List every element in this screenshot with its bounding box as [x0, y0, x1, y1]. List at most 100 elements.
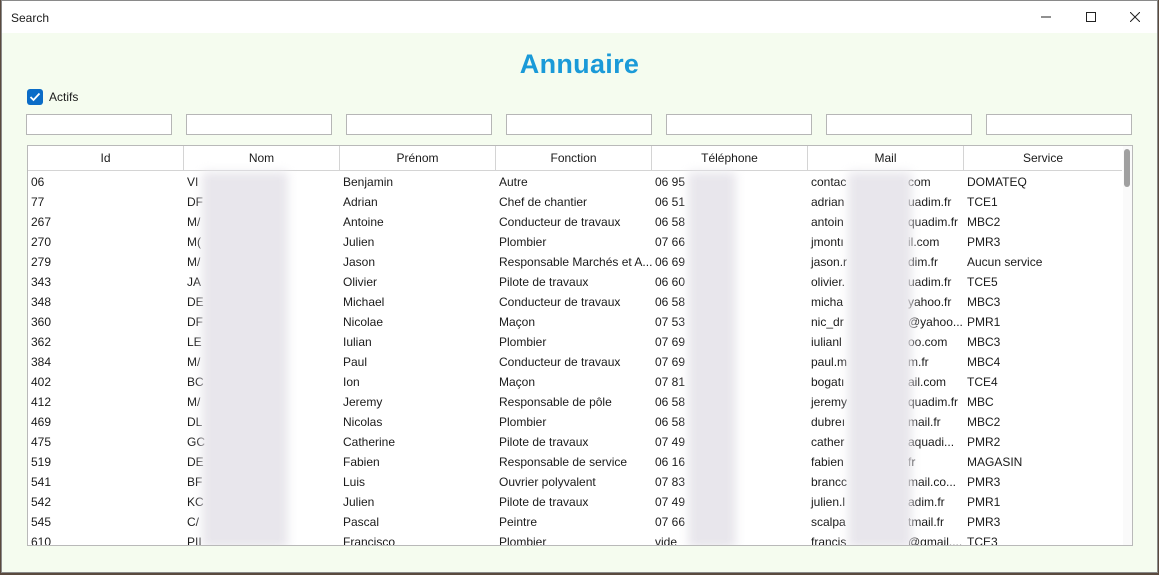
- cell-service: PMR3: [967, 235, 1001, 249]
- table-row[interactable]: 545 C/Pascal Peintre 07 66 scalpa PMR3 tmail.f…: [28, 512, 1122, 532]
- search-window: Search Annuaire Actifs Id Nom Prénom Fon…: [1, 0, 1158, 573]
- cell-mail-tail: com: [908, 175, 931, 189]
- cell-id: 542: [31, 495, 52, 509]
- cell-id: 279: [31, 255, 52, 269]
- cell-fonction: Plombier: [499, 415, 547, 429]
- maximize-button[interactable]: [1068, 1, 1114, 33]
- actifs-checkbox[interactable]: [27, 89, 43, 105]
- cell-id: 360: [31, 315, 52, 329]
- actifs-checkbox-row[interactable]: Actifs: [27, 89, 78, 105]
- cell-service: TCE4: [967, 375, 998, 389]
- cell-service: TCE5: [967, 275, 998, 289]
- cell-fonction: Ouvrier polyvalent: [499, 475, 596, 489]
- cell-fonction: Plombier: [499, 235, 547, 249]
- filter-telephone-input[interactable]: [666, 114, 812, 135]
- table-row[interactable]: 279 M/Jason Responsable Marchés et A... 06 …: [28, 252, 1122, 272]
- cell-fonction: Responsable Marchés et A...: [499, 255, 652, 269]
- filter-mail-input[interactable]: [826, 114, 972, 135]
- table-row[interactable]: 542 KC Julien Pilote de travaux 07 49 julien.…: [28, 492, 1122, 512]
- table-row[interactable]: 77 DF Adrian Chef de chantier 06 51 adrian TCE…: [28, 192, 1122, 212]
- cell-id: 402: [31, 375, 52, 389]
- filter-nom-input[interactable]: [186, 114, 332, 135]
- cell-prenom: Francisco: [343, 535, 396, 546]
- scrollbar-thumb[interactable]: [1124, 149, 1130, 187]
- close-button[interactable]: [1112, 1, 1158, 33]
- cell-fonction: Conducteur de travaux: [499, 295, 621, 309]
- table-row[interactable]: 541 BF Luis Ouvrier polyvalent 07 83 brancc PM…: [28, 472, 1122, 492]
- cell-id: 348: [31, 295, 52, 309]
- cell-prenom: Olivier: [343, 275, 378, 289]
- cell-prenom: Julien: [343, 235, 375, 249]
- window-title: Search: [11, 11, 50, 25]
- cell-prenom: Iulian: [343, 335, 372, 349]
- cell-service: DOMATEQ: [967, 175, 1027, 189]
- column-header-id[interactable]: Id: [28, 146, 184, 171]
- cell-prenom: Nicolas: [343, 415, 383, 429]
- cell-id: 475: [31, 435, 52, 449]
- table-row[interactable]: 610 PII Francisco Plombier vide francis TCE3 @g…: [28, 532, 1122, 546]
- table-row[interactable]: 267 M/Antoine Conducteur de travaux 06 58 an…: [28, 212, 1122, 232]
- check-icon: [29, 92, 41, 102]
- cell-mail-tail: mail.co...: [908, 475, 957, 489]
- cell-mail-tail: uadim.fr: [908, 275, 952, 289]
- table-row[interactable]: 362 LE Iulian Plombier 07 69 iulianl MBC3 oo.co…: [28, 332, 1122, 352]
- cell-prenom: Jeremy: [343, 395, 383, 409]
- cell-prenom: Adrian: [343, 195, 378, 209]
- table-row[interactable]: 412 M/Jeremy Responsable de pôle 06 58 jerem…: [28, 392, 1122, 412]
- table-row[interactable]: 348 DE Michael Conducteur de travaux 06 58 mi…: [28, 292, 1122, 312]
- cell-id: 343: [31, 275, 52, 289]
- table-row[interactable]: 384 M/Paul Conducteur de travaux 07 69 paul.…: [28, 352, 1122, 372]
- cell-mail-tail: @gmail....: [908, 535, 962, 546]
- table-row[interactable]: 343 JA Olivier Pilote de travaux 06 60 olivie…: [28, 272, 1122, 292]
- redaction-nom: [202, 172, 288, 545]
- filter-service-input[interactable]: [986, 114, 1132, 135]
- cell-service: PMR1: [967, 315, 1001, 329]
- cell-id: 469: [31, 415, 52, 429]
- cell-service: MAGASIN: [967, 455, 1023, 469]
- table-row[interactable]: 519 DE Fabien Responsable de service 06 16 fa…: [28, 452, 1122, 472]
- cell-prenom: Julien: [343, 495, 375, 509]
- cell-service: MBC: [967, 395, 994, 409]
- cell-id: 270: [31, 235, 52, 249]
- cell-prenom: Catherine: [343, 435, 396, 449]
- cell-fonction: Pilote de travaux: [499, 435, 589, 449]
- vertical-scrollbar[interactable]: [1123, 146, 1132, 545]
- table-row[interactable]: 270 M(Julien Plombier 07 66 jmontı PMR3 il.com: [28, 232, 1122, 252]
- table-row[interactable]: 402 BC Ion Maçon 07 81 bogatı TCE4 ail.com: [28, 372, 1122, 392]
- cell-service: PMR3: [967, 475, 1001, 489]
- table-row[interactable]: 475 GC Catherine Pilote de travaux 07 49 cath…: [28, 432, 1122, 452]
- filter-fonction-input[interactable]: [506, 114, 652, 135]
- cell-fonction: Maçon: [499, 375, 536, 389]
- minimize-icon: [1041, 16, 1051, 18]
- table-row[interactable]: 360 DF Nicolae Maçon 07 53 nic_dr PMR1 @yahoo..…: [28, 312, 1122, 332]
- filter-id-input[interactable]: [26, 114, 172, 135]
- table-row[interactable]: 06 VI Benjamin Autre 06 95 contac DOMATEQ com: [28, 172, 1122, 192]
- column-header-telephone[interactable]: Téléphone: [652, 146, 808, 171]
- cell-fonction: Maçon: [499, 315, 536, 329]
- cell-service: MBC2: [967, 415, 1001, 429]
- cell-id: 384: [31, 355, 52, 369]
- cell-id: 610: [31, 535, 52, 546]
- cell-prenom: Pascal: [343, 515, 380, 529]
- filter-prenom-input[interactable]: [346, 114, 492, 135]
- column-header-fonction[interactable]: Fonction: [496, 146, 652, 171]
- cell-service: MBC3: [967, 335, 1001, 349]
- cell-mail-tail: oo.com: [908, 335, 948, 349]
- cell-service: PMR2: [967, 435, 1001, 449]
- column-header-prenom[interactable]: Prénom: [340, 146, 496, 171]
- column-header-service[interactable]: Service: [964, 146, 1122, 171]
- directory-table: Id Nom Prénom Fonction Téléphone Mail Se…: [27, 145, 1133, 546]
- cell-fonction: Conducteur de travaux: [499, 355, 621, 369]
- minimize-button[interactable]: [1023, 1, 1069, 33]
- cell-service: PMR3: [967, 515, 1001, 529]
- cell-mail-tail: dim.fr: [908, 255, 938, 269]
- cell-fonction: Responsable de pôle: [499, 395, 612, 409]
- cell-id: 06: [31, 175, 45, 189]
- column-header-mail[interactable]: Mail: [808, 146, 964, 171]
- table-row[interactable]: 469 DL Nicolas Plombier 06 58 dubreı MBC2 mail.…: [28, 412, 1122, 432]
- cell-fonction: Pilote de travaux: [499, 275, 589, 289]
- column-header-nom[interactable]: Nom: [184, 146, 340, 171]
- actifs-label: Actifs: [49, 90, 79, 104]
- redaction-mail: [848, 172, 912, 545]
- maximize-icon: [1086, 12, 1096, 22]
